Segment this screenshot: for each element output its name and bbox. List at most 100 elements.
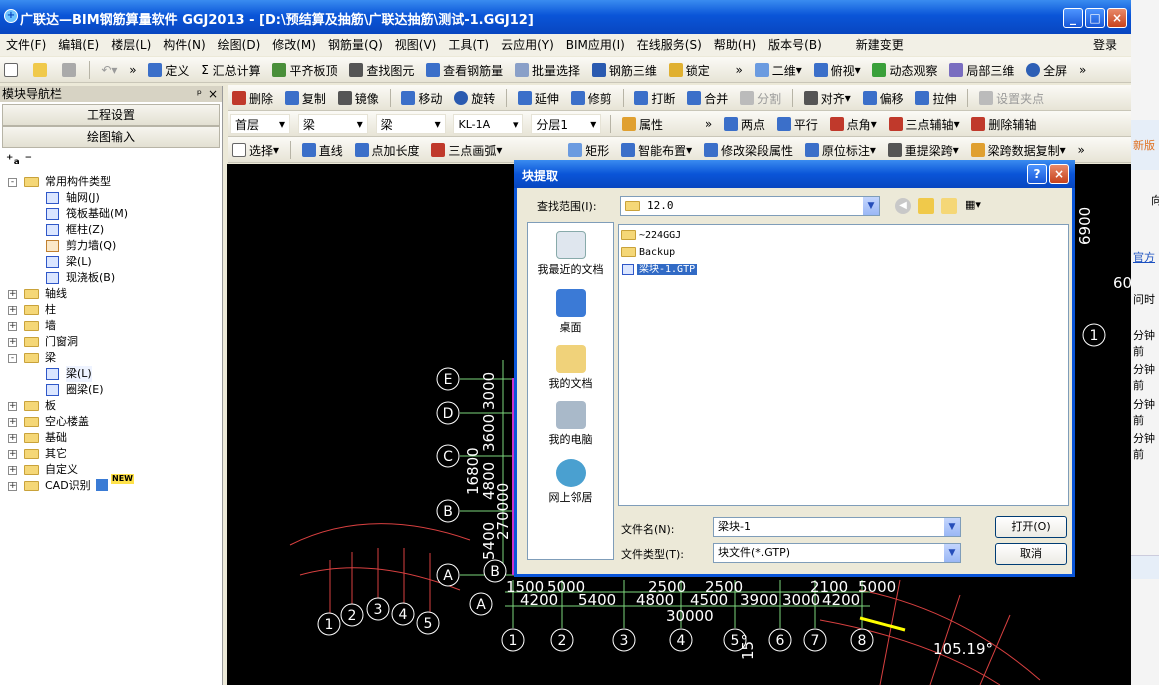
tree-item[interactable]: 圈梁(E) [4, 382, 222, 398]
tree-item[interactable]: 筏板基础(M) [4, 206, 222, 222]
menu-file[interactable]: 文件(F) [0, 34, 52, 56]
panel-close-icon[interactable]: × [208, 86, 218, 102]
component-type-select[interactable]: 梁 ▾ [297, 114, 368, 134]
line-button[interactable]: 直线 [298, 137, 347, 162]
summary-calc-button[interactable]: Σ 汇总计算 [197, 57, 264, 82]
point-angle-button[interactable]: 点角 ▾ [826, 111, 881, 136]
place-desktop[interactable]: 桌面 [528, 289, 613, 335]
mirror-button[interactable]: 镜像 [334, 85, 383, 110]
menu-floor[interactable]: 楼层(L) [105, 34, 157, 56]
view-menu-icon[interactable]: ▦▾ [965, 198, 989, 214]
maximize-button[interactable]: □ [1085, 8, 1105, 28]
delete-button[interactable]: 删除 [228, 85, 277, 110]
new-folder-icon[interactable] [941, 198, 957, 214]
lock-button[interactable]: 锁定 [665, 57, 714, 82]
tree-item[interactable]: + 墙 [4, 318, 222, 334]
copy-button[interactable]: 复制 [281, 85, 330, 110]
filetype-select[interactable]: 块文件(*.GTP) ▼ [713, 543, 961, 563]
tree-item[interactable]: 剪力墙(Q) [4, 238, 222, 254]
move-button[interactable]: 移动 [397, 85, 446, 110]
tree-item[interactable]: + 轴线 [4, 286, 222, 302]
cancel-button[interactable]: 取消 [995, 543, 1067, 565]
menu-edit[interactable]: 编辑(E) [52, 34, 105, 56]
align-button[interactable]: 对齐 ▾ [800, 85, 855, 110]
menu-help[interactable]: 帮助(H) [708, 34, 762, 56]
menu-cloud[interactable]: 云应用(Y) [495, 34, 560, 56]
drawing-input-button[interactable]: 绘图输入 [2, 126, 220, 148]
place-network[interactable]: 网上邻居 [528, 459, 613, 505]
component-name-select[interactable]: KL-1A ▾ [453, 114, 524, 134]
set-grip-button[interactable]: 设置夹点 [975, 85, 1048, 110]
project-settings-button[interactable]: 工程设置 [2, 104, 220, 126]
define-button[interactable]: 定义 [144, 57, 193, 82]
tree-item[interactable]: 梁(L) [4, 366, 222, 382]
fullscreen-button[interactable]: 全屏 [1022, 57, 1071, 82]
menu-modify[interactable]: 修改(M) [266, 34, 322, 56]
layer-select[interactable]: 分层1 ▾ [531, 114, 602, 134]
toolbar1-more[interactable]: » [125, 57, 140, 82]
undo-icon[interactable]: ↶▾ [97, 57, 121, 82]
view-rebar-button[interactable]: 查看钢筋量 [422, 57, 507, 82]
menu-version[interactable]: 版本号(B) [762, 34, 828, 56]
file-list[interactable]: ~224GGJ Backup 梁块-1.GTP [618, 224, 1069, 506]
toolbar3-more[interactable]: » [701, 111, 716, 136]
view-2d-button[interactable]: 二维 ▾ [751, 57, 806, 82]
list-item[interactable]: ~224GGJ [621, 228, 681, 243]
tree-item[interactable]: 框柱(Z) [4, 222, 222, 238]
stretch-button[interactable]: 拉伸 [911, 85, 960, 110]
tree-item[interactable]: + CAD识别 NEW [4, 474, 222, 494]
three-point-arc-button[interactable]: 三点画弧 ▾ [427, 137, 506, 162]
tree-item[interactable]: + 基础 [4, 430, 222, 446]
tree-item[interactable]: - 常用构件类型 [4, 174, 222, 190]
tree-item[interactable]: 梁(L) [4, 254, 222, 270]
menu-draw[interactable]: 绘图(D) [212, 34, 267, 56]
toolbar1-more-3[interactable]: » [1075, 57, 1090, 82]
menu-component[interactable]: 构件(N) [157, 34, 211, 56]
place-recent[interactable]: 我最近的文档 [528, 231, 613, 277]
merge-button[interactable]: 合并 [683, 85, 732, 110]
menu-rebar[interactable]: 钢筋量(Q) [322, 34, 389, 56]
pin-icon[interactable]: ᵖ [197, 86, 202, 102]
back-icon[interactable]: ◀ [895, 198, 911, 214]
list-item[interactable]: Backup [621, 245, 675, 260]
top-view-button[interactable]: 俯视 ▾ [810, 57, 865, 82]
break-button[interactable]: 打断 [630, 85, 679, 110]
local-3d-button[interactable]: 局部三维 [945, 57, 1018, 82]
tree-item[interactable]: 现浇板(B) [4, 270, 222, 286]
open-file-icon[interactable] [29, 57, 54, 82]
select-button[interactable]: 选择 ▾ [228, 137, 283, 162]
toolbar4-more[interactable]: » [1073, 137, 1088, 162]
tree-item[interactable]: -梁 [4, 350, 222, 366]
minimize-button[interactable]: _ [1063, 8, 1083, 28]
close-button[interactable]: × [1107, 8, 1127, 28]
align-slab-top-button[interactable]: 平齐板顶 [268, 57, 341, 82]
parallel-axis-button[interactable]: 平行 [773, 111, 822, 136]
place-computer[interactable]: 我的电脑 [528, 401, 613, 447]
rebar-3d-button[interactable]: 钢筋三维 [588, 57, 661, 82]
point-length-button[interactable]: 点加长度 [351, 137, 424, 162]
filename-field[interactable]: 梁块-1 ▼ [713, 517, 961, 537]
new-file-icon[interactable] [0, 57, 25, 82]
menu-online[interactable]: 在线服务(S) [631, 34, 708, 56]
rotate-button[interactable]: 旋转 [450, 85, 499, 110]
properties-button[interactable]: 属性 [618, 111, 667, 136]
toolbar1-more-2[interactable]: » [732, 57, 747, 82]
tree-item[interactable]: 轴网(J) [4, 190, 222, 206]
menu-view[interactable]: 视图(V) [389, 34, 443, 56]
delete-axis-button[interactable]: 删除辅轴 [967, 111, 1040, 136]
trim-button[interactable]: 修剪 [567, 85, 616, 110]
floor-select[interactable]: 首层 ▾ [230, 114, 290, 134]
extend-button[interactable]: 延伸 [514, 85, 563, 110]
list-item-selected[interactable]: 梁块-1.GTP [621, 262, 698, 277]
component-subtype-select[interactable]: 梁 ▾ [375, 114, 446, 134]
strip-text-official[interactable]: 官方 [1133, 249, 1155, 265]
tree-item[interactable]: + 门窗洞 [4, 334, 222, 350]
dialog-close-button[interactable]: × [1049, 164, 1069, 184]
tree-item[interactable]: + 板 [4, 398, 222, 414]
three-point-axis-button[interactable]: 三点辅轴 ▾ [885, 111, 964, 136]
look-in-select[interactable]: 12.0 ▼ [620, 196, 880, 216]
dynamic-view-button[interactable]: 动态观察 [868, 57, 941, 82]
batch-select-button[interactable]: 批量选择 [511, 57, 584, 82]
two-point-axis-button[interactable]: 两点 [720, 111, 769, 136]
split-button[interactable]: 分割 [736, 85, 785, 110]
